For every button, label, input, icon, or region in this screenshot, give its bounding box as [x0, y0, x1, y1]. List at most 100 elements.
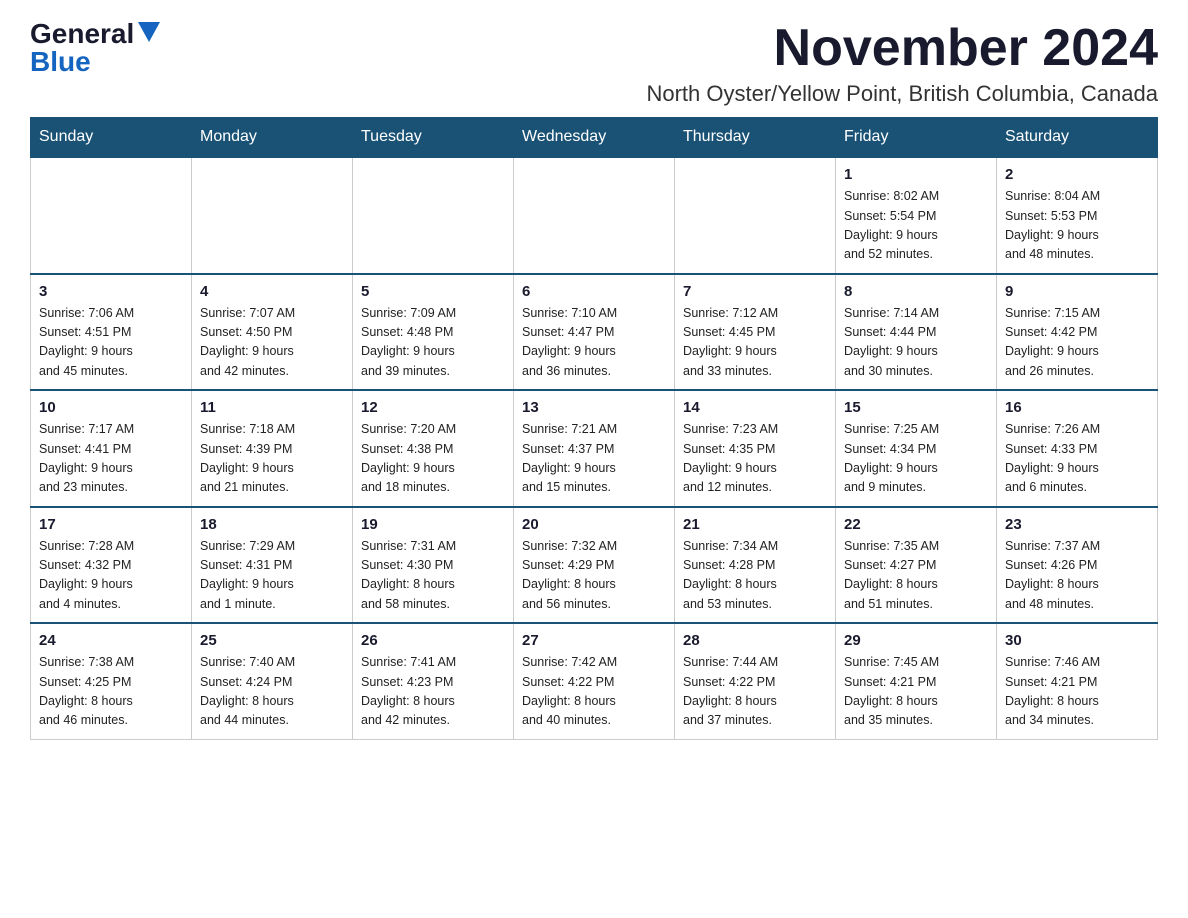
day-info: Sunrise: 7:07 AMSunset: 4:50 PMDaylight:…: [200, 304, 344, 382]
day-number: 22: [844, 516, 988, 533]
day-info: Sunrise: 7:09 AMSunset: 4:48 PMDaylight:…: [361, 304, 505, 382]
calendar-cell: 20 Sunrise: 7:32 AMSunset: 4:29 PMDayligh…: [514, 507, 675, 624]
logo-blue-text: Blue: [30, 48, 91, 76]
day-number: 27: [522, 632, 666, 649]
col-header-friday: Friday: [836, 118, 997, 158]
day-info: Sunrise: 7:40 AMSunset: 4:24 PMDaylight:…: [200, 653, 344, 731]
day-number: 15: [844, 399, 988, 416]
day-number: 14: [683, 399, 827, 416]
calendar-cell: 2Sunrise: 8:04 AMSunset: 5:53 PMDaylight…: [997, 157, 1158, 274]
day-number: 30: [1005, 632, 1149, 649]
calendar-cell: 28 Sunrise: 7:44 AMSunset: 4:22 PMDayligh…: [675, 623, 836, 739]
day-info: Sunrise: 7:20 AMSunset: 4:38 PMDaylight:…: [361, 420, 505, 498]
day-number: 26: [361, 632, 505, 649]
day-info: Sunrise: 7:21 AMSunset: 4:37 PMDaylight:…: [522, 420, 666, 498]
day-info: Sunrise: 7:32 AMSunset: 4:29 PMDaylight:…: [522, 537, 666, 615]
day-number: 11: [200, 399, 344, 416]
logo: General Blue: [30, 20, 160, 76]
month-title: November 2024: [646, 20, 1158, 77]
day-info: Sunrise: 7:42 AMSunset: 4:22 PMDaylight:…: [522, 653, 666, 731]
calendar-cell: 23Sunrise: 7:37 AMSunset: 4:26 PMDayligh…: [997, 507, 1158, 624]
day-number: 21: [683, 516, 827, 533]
col-header-saturday: Saturday: [997, 118, 1158, 158]
calendar-cell: 15 Sunrise: 7:25 AMSunset: 4:34 PMDayligh…: [836, 390, 997, 507]
calendar-cell: 27 Sunrise: 7:42 AMSunset: 4:22 PMDayligh…: [514, 623, 675, 739]
col-header-monday: Monday: [192, 118, 353, 158]
day-number: 19: [361, 516, 505, 533]
calendar-cell: [675, 157, 836, 274]
day-number: 3: [39, 283, 183, 300]
day-number: 4: [200, 283, 344, 300]
title-area: November 2024 North Oyster/Yellow Point,…: [646, 20, 1158, 107]
day-number: 18: [200, 516, 344, 533]
calendar-cell: 16Sunrise: 7:26 AMSunset: 4:33 PMDayligh…: [997, 390, 1158, 507]
day-number: 10: [39, 399, 183, 416]
calendar-cell: [31, 157, 192, 274]
calendar-cell: 25 Sunrise: 7:40 AMSunset: 4:24 PMDayligh…: [192, 623, 353, 739]
day-info: Sunrise: 7:37 AMSunset: 4:26 PMDaylight:…: [1005, 537, 1149, 615]
logo-general-text: General: [30, 20, 134, 48]
calendar-cell: 8 Sunrise: 7:14 AMSunset: 4:44 PMDaylight…: [836, 274, 997, 391]
calendar-cell: 5 Sunrise: 7:09 AMSunset: 4:48 PMDaylight…: [353, 274, 514, 391]
day-info: Sunrise: 7:38 AMSunset: 4:25 PMDaylight:…: [39, 653, 183, 731]
day-info: Sunrise: 7:14 AMSunset: 4:44 PMDaylight:…: [844, 304, 988, 382]
calendar-cell: [353, 157, 514, 274]
day-number: 9: [1005, 283, 1149, 300]
calendar-cell: 10Sunrise: 7:17 AMSunset: 4:41 PMDayligh…: [31, 390, 192, 507]
day-info: Sunrise: 7:12 AMSunset: 4:45 PMDaylight:…: [683, 304, 827, 382]
calendar-week-row: 3Sunrise: 7:06 AMSunset: 4:51 PMDaylight…: [31, 274, 1158, 391]
calendar-cell: 3Sunrise: 7:06 AMSunset: 4:51 PMDaylight…: [31, 274, 192, 391]
calendar-cell: 6Sunrise: 7:10 AMSunset: 4:47 PMDaylight…: [514, 274, 675, 391]
day-number: 7: [683, 283, 827, 300]
calendar-cell: 26Sunrise: 7:41 AMSunset: 4:23 PMDayligh…: [353, 623, 514, 739]
day-info: Sunrise: 7:31 AMSunset: 4:30 PMDaylight:…: [361, 537, 505, 615]
day-info: Sunrise: 8:02 AMSunset: 5:54 PMDaylight:…: [844, 187, 988, 265]
calendar-week-row: 17Sunrise: 7:28 AMSunset: 4:32 PMDayligh…: [31, 507, 1158, 624]
calendar-cell: 14 Sunrise: 7:23 AMSunset: 4:35 PMDayligh…: [675, 390, 836, 507]
calendar-cell: 30 Sunrise: 7:46 AMSunset: 4:21 PMDayligh…: [997, 623, 1158, 739]
day-number: 24: [39, 632, 183, 649]
calendar-cell: 29 Sunrise: 7:45 AMSunset: 4:21 PMDayligh…: [836, 623, 997, 739]
calendar-cell: [514, 157, 675, 274]
calendar-cell: 11 Sunrise: 7:18 AMSunset: 4:39 PMDayligh…: [192, 390, 353, 507]
day-info: Sunrise: 7:29 AMSunset: 4:31 PMDaylight:…: [200, 537, 344, 615]
day-number: 29: [844, 632, 988, 649]
day-number: 8: [844, 283, 988, 300]
calendar-cell: 9Sunrise: 7:15 AMSunset: 4:42 PMDaylight…: [997, 274, 1158, 391]
calendar-cell: 13 Sunrise: 7:21 AMSunset: 4:37 PMDayligh…: [514, 390, 675, 507]
day-info: Sunrise: 7:18 AMSunset: 4:39 PMDaylight:…: [200, 420, 344, 498]
col-header-sunday: Sunday: [31, 118, 192, 158]
day-number: 6: [522, 283, 666, 300]
calendar-cell: 21 Sunrise: 7:34 AMSunset: 4:28 PMDayligh…: [675, 507, 836, 624]
day-info: Sunrise: 7:25 AMSunset: 4:34 PMDaylight:…: [844, 420, 988, 498]
day-info: Sunrise: 7:34 AMSunset: 4:28 PMDaylight:…: [683, 537, 827, 615]
day-number: 2: [1005, 166, 1149, 183]
calendar-cell: 19 Sunrise: 7:31 AMSunset: 4:30 PMDayligh…: [353, 507, 514, 624]
calendar-cell: 7 Sunrise: 7:12 AMSunset: 4:45 PMDaylight…: [675, 274, 836, 391]
location-title: North Oyster/Yellow Point, British Colum…: [646, 81, 1158, 107]
logo-triangle-icon: [138, 22, 160, 42]
col-header-wednesday: Wednesday: [514, 118, 675, 158]
col-header-tuesday: Tuesday: [353, 118, 514, 158]
day-number: 5: [361, 283, 505, 300]
day-number: 12: [361, 399, 505, 416]
calendar-table: SundayMondayTuesdayWednesdayThursdayFrid…: [30, 117, 1158, 740]
calendar-cell: 24 Sunrise: 7:38 AMSunset: 4:25 PMDayligh…: [31, 623, 192, 739]
day-info: Sunrise: 7:44 AMSunset: 4:22 PMDaylight:…: [683, 653, 827, 731]
day-number: 16: [1005, 399, 1149, 416]
col-header-thursday: Thursday: [675, 118, 836, 158]
calendar-cell: 12 Sunrise: 7:20 AMSunset: 4:38 PMDayligh…: [353, 390, 514, 507]
day-info: Sunrise: 7:23 AMSunset: 4:35 PMDaylight:…: [683, 420, 827, 498]
calendar-cell: 1Sunrise: 8:02 AMSunset: 5:54 PMDaylight…: [836, 157, 997, 274]
calendar-week-row: 10Sunrise: 7:17 AMSunset: 4:41 PMDayligh…: [31, 390, 1158, 507]
day-info: Sunrise: 7:46 AMSunset: 4:21 PMDaylight:…: [1005, 653, 1149, 731]
day-info: Sunrise: 7:35 AMSunset: 4:27 PMDaylight:…: [844, 537, 988, 615]
day-number: 28: [683, 632, 827, 649]
calendar-header-row: SundayMondayTuesdayWednesdayThursdayFrid…: [31, 118, 1158, 158]
calendar-week-row: 1Sunrise: 8:02 AMSunset: 5:54 PMDaylight…: [31, 157, 1158, 274]
day-number: 25: [200, 632, 344, 649]
day-number: 20: [522, 516, 666, 533]
day-info: Sunrise: 7:45 AMSunset: 4:21 PMDaylight:…: [844, 653, 988, 731]
day-number: 13: [522, 399, 666, 416]
calendar-cell: 22 Sunrise: 7:35 AMSunset: 4:27 PMDayligh…: [836, 507, 997, 624]
